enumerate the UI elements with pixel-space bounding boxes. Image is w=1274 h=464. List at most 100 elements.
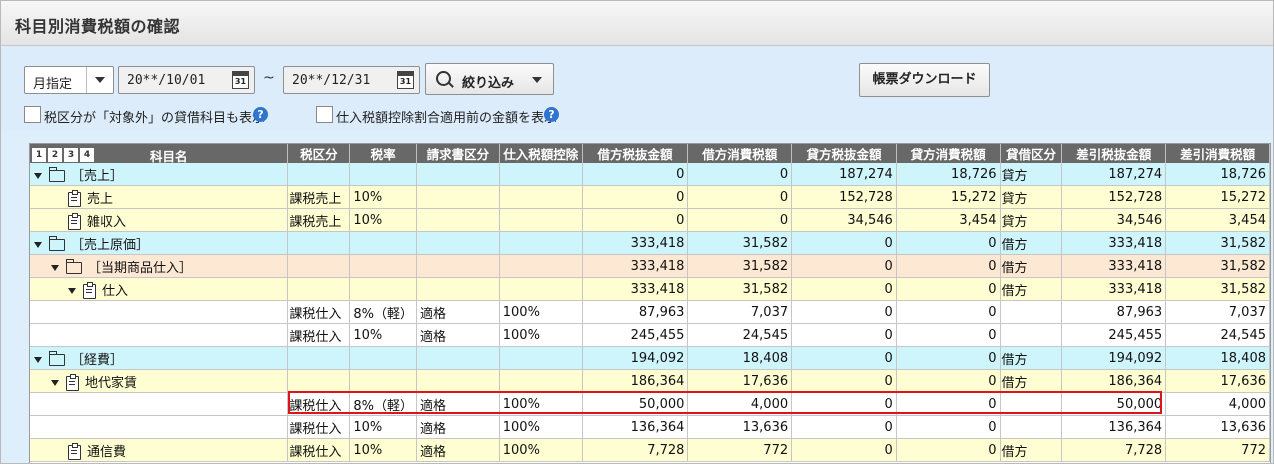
- chevron-down-icon[interactable]: [86, 67, 113, 93]
- col-side[interactable]: 貸借区分: [1000, 144, 1063, 163]
- col-rate[interactable]: 税率: [349, 144, 417, 163]
- table-row[interactable]: 通信費 課税仕入 10% 適格 100% 7,728 772 0 0 借方 7,728 772: [30, 438, 1270, 462]
- expand-toggle-icon[interactable]: [68, 288, 76, 294]
- help-icon[interactable]: ?: [253, 107, 268, 122]
- table-row[interactable]: 課税仕入 8%（軽） 適格 100% 50,000 4,000 0 0 50,000 4,000: [30, 392, 1270, 416]
- show-non-taxable-checkbox[interactable]: 税区分が「対象外」の貸借科目も表示 ?: [24, 106, 274, 126]
- calendar-icon[interactable]: 31: [397, 71, 414, 89]
- cell-diff-tax: 31,582: [1165, 277, 1270, 301]
- download-report-button[interactable]: 帳票ダウンロード: [859, 63, 990, 97]
- level-4-button[interactable]: 4: [80, 148, 94, 162]
- help-icon[interactable]: ?: [544, 107, 559, 122]
- cell-credit-tax: 0: [896, 369, 1001, 393]
- date-to-field[interactable]: 20**/12/31 31: [283, 66, 420, 94]
- col-deduction[interactable]: 仕入税額控除: [499, 144, 583, 163]
- cell-diff-tax: 3,454: [1165, 208, 1270, 232]
- table-row[interactable]: 地代家賃 186,364 17,636 0 0 借方 186,364 17,636: [30, 369, 1270, 393]
- date-from-field[interactable]: 20**/10/01 31: [118, 66, 255, 94]
- cell-side: 貸方: [1000, 185, 1063, 209]
- cell-account: [30, 415, 289, 439]
- cell-rate: 8%（軽）: [349, 300, 417, 324]
- cell-diff-net: 245,455: [1061, 323, 1167, 347]
- cell-deduction: 100%: [499, 392, 583, 416]
- filter-button[interactable]: 絞り込み: [425, 63, 554, 95]
- cell-side: 借方: [1000, 254, 1063, 278]
- col-invoice[interactable]: 請求書区分: [416, 144, 500, 163]
- table-row[interactable]: ［当期商品仕入］ 333,418 31,582 0 0 借方 333,418 31,582: [30, 254, 1270, 278]
- col-diff-net[interactable]: 差引税抜金額: [1061, 144, 1167, 163]
- account-name: ［売上原価］: [71, 237, 150, 253]
- level-2-button[interactable]: 2: [48, 148, 62, 162]
- checkbox-box[interactable]: [24, 106, 41, 123]
- cell-deduction: 100%: [499, 323, 583, 347]
- cell-credit-net: 0: [791, 346, 897, 370]
- cell-side: 借方: [1000, 231, 1063, 255]
- show-pre-ratio-checkbox[interactable]: 仕入税額控除割合適用前の金額を表示 ?: [316, 106, 566, 126]
- cell-side: 借方: [1000, 346, 1063, 370]
- cell-side: 借方: [1000, 438, 1063, 462]
- cell-diff-net: 7,728: [1061, 438, 1167, 462]
- account-name: ［当期商品仕入］: [88, 260, 193, 276]
- cell-debit-tax: 0: [687, 185, 793, 209]
- cell-credit-tax: 0: [896, 392, 1001, 416]
- ledger-icon: [68, 212, 81, 230]
- table-row[interactable]: 売上 課税売上 10% 0 0 152,728 15,272 貸方 152,728 15,272: [30, 185, 1270, 209]
- expand-toggle-icon[interactable]: [34, 242, 42, 248]
- cell-debit-net: 245,455: [582, 323, 689, 347]
- col-credit-tax[interactable]: 貸方消費税額: [896, 144, 1001, 163]
- cell-debit-net: 7,728: [582, 438, 689, 462]
- table-row[interactable]: ［経費］ 194,092 18,408 0 0 借方 194,092 18,408: [30, 346, 1270, 370]
- cell-credit-net: 0: [791, 438, 897, 462]
- cell-tax-class: [287, 254, 351, 278]
- account-name: ［経費］: [71, 352, 124, 368]
- cell-diff-net: 152,728: [1061, 185, 1167, 209]
- col-diff-tax[interactable]: 差引消費税額: [1165, 144, 1270, 163]
- cell-account: 仕入: [30, 277, 289, 301]
- table-row[interactable]: ［売上］ 0 0 187,274 18,726 貸方 187,274 18,726: [30, 163, 1270, 186]
- cell-credit-net: 0: [791, 300, 897, 324]
- cell-credit-net: 0: [791, 369, 897, 393]
- table-row[interactable]: 課税仕入 8%（軽） 適格 100% 87,963 7,037 0 0 87,963 7,037: [30, 300, 1270, 324]
- cell-deduction: [499, 277, 583, 301]
- period-select-value: 月指定: [33, 77, 73, 92]
- checkbox-box[interactable]: [316, 106, 333, 123]
- col-account[interactable]: 1234 科目名: [30, 144, 289, 164]
- expand-toggle-icon[interactable]: [51, 265, 59, 271]
- table-row[interactable]: ［売上原価］ 333,418 31,582 0 0 借方 333,418 31,582: [30, 231, 1270, 255]
- account-name: ［売上］: [71, 168, 124, 184]
- cell-credit-tax: 0: [896, 277, 1001, 301]
- cell-invoice: 適格: [416, 415, 500, 439]
- cell-account: ［売上原価］: [30, 231, 289, 255]
- cell-side: [1000, 300, 1063, 324]
- checkbox-label: 仕入税額控除割合適用前の金額を表示: [336, 111, 558, 126]
- table-row[interactable]: 仕入 333,418 31,582 0 0 借方 333,418 31,582: [30, 277, 1270, 301]
- cell-invoice: 適格: [416, 392, 500, 416]
- period-select[interactable]: 月指定: [24, 66, 114, 94]
- col-credit-net[interactable]: 貸方税抜金額: [791, 144, 897, 163]
- cell-deduction: [499, 208, 583, 232]
- col-tax-class[interactable]: 税区分: [287, 144, 351, 163]
- table-row[interactable]: 課税仕入 10% 適格 100% 245,455 24,545 0 0 245,455 24,54…: [30, 323, 1270, 347]
- expand-toggle-icon[interactable]: [34, 173, 42, 179]
- cell-tax-class: 課税売上: [287, 208, 351, 232]
- col-debit-tax[interactable]: 借方消費税額: [687, 144, 793, 163]
- cell-credit-tax: 0: [896, 231, 1001, 255]
- col-debit-net[interactable]: 借方税抜金額: [582, 144, 689, 163]
- level-1-button[interactable]: 1: [32, 148, 46, 162]
- expand-toggle-icon[interactable]: [34, 357, 42, 363]
- table-row[interactable]: 雑収入 課税売上 10% 0 0 34,546 3,454 貸方 34,546 3,454: [30, 208, 1270, 232]
- level-3-button[interactable]: 3: [64, 148, 78, 162]
- table-row[interactable]: 課税仕入 10% 適格 100% 136,364 13,636 0 0 136,364 13,63…: [30, 415, 1270, 439]
- cell-debit-net: 0: [582, 208, 689, 232]
- cell-tax-class: [287, 231, 351, 255]
- cell-rate: [349, 277, 417, 301]
- cell-tax-class: 課税売上: [287, 185, 351, 209]
- title-bar: 科目別消費税額の確認: [1, 1, 1273, 46]
- cell-invoice: [416, 231, 500, 255]
- cell-tax-class: 課税仕入: [287, 392, 351, 416]
- cell-diff-net: 333,418: [1061, 231, 1167, 255]
- expand-toggle-icon[interactable]: [51, 380, 59, 386]
- calendar-icon[interactable]: 31: [232, 71, 249, 89]
- cell-debit-net: 333,418: [582, 254, 689, 278]
- account-name: 雑収入: [87, 214, 127, 230]
